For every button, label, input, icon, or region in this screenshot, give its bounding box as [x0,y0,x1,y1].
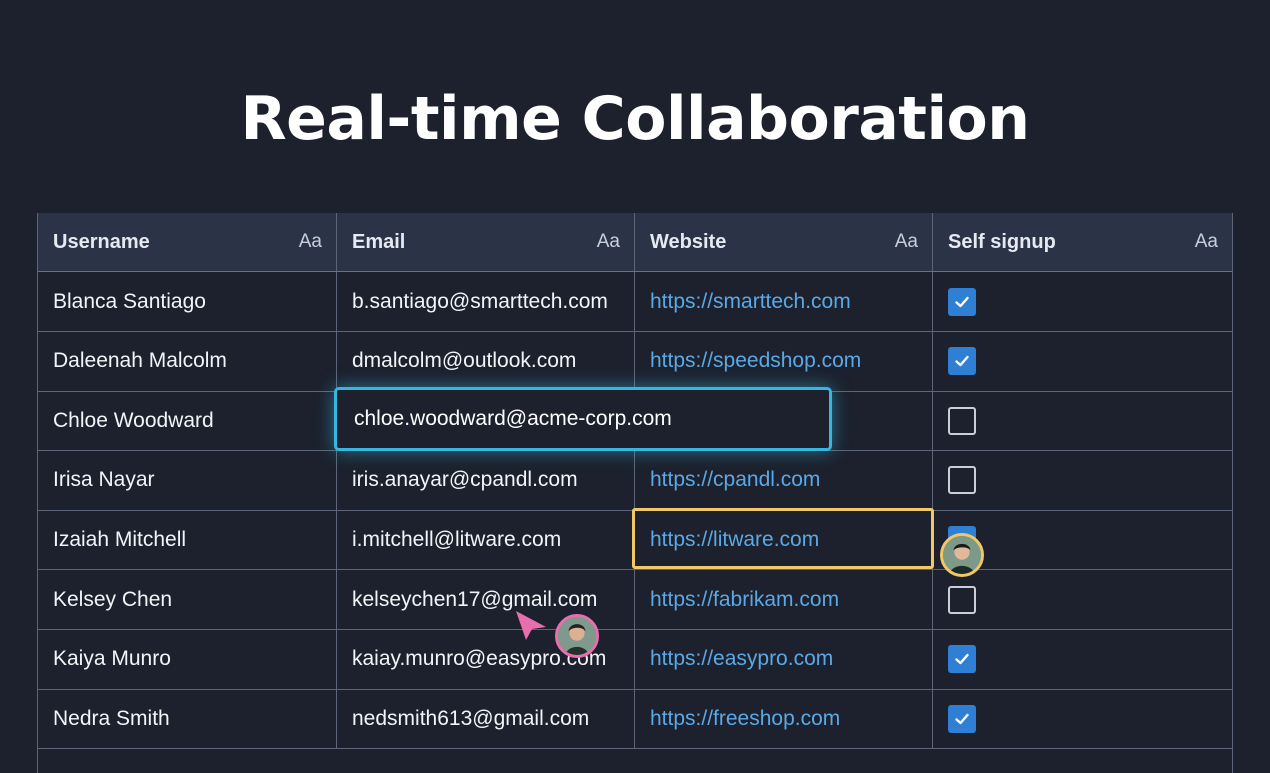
email-cell-text: kelseychen17@gmail.com [352,587,598,611]
table-row: Daleenah Malcolm dmalcolm@outlook.com http… [38,331,1232,392]
table-row: Kelsey Chen kelseychen17@gmail.com https:/… [38,570,1232,630]
website-cell-text: https://easypro.com [650,647,834,671]
self-signup-cell[interactable] [932,391,1232,451]
checkmark-icon [953,650,971,668]
self-signup-cell[interactable] [932,629,1232,689]
website-cell-text: https://speedshop.com [650,349,862,373]
column-header-label: Username [53,230,150,253]
email-cell[interactable]: dmalcolm@outlook.com [336,331,634,391]
data-grid: Username Aa Email Aa Website Aa Self sig… [37,213,1233,773]
collaborator-selection [632,508,934,569]
self-signup-cell[interactable] [932,450,1232,510]
checkbox-checked[interactable] [948,287,976,316]
checkbox-checked[interactable] [948,347,976,376]
username-cell-text: Nedra Smith [53,706,170,730]
website-cell[interactable]: https://cpandl.com [634,450,932,510]
page-title: Real-time Collaboration [240,84,1030,154]
username-cell[interactable]: Chloe Woodward [38,391,336,450]
website-cell[interactable]: https://freeshop.com [634,689,932,749]
column-header-label: Self signup [948,230,1056,253]
username-cell-text: Irisa Nayar [53,468,155,492]
checkmark-icon [953,293,971,311]
website-cell-text: https://freeshop.com [650,706,841,730]
email-cell[interactable]: i.mitchell@litware.com [336,510,634,570]
table-row: Irisa Nayar iris.anayar@cpandl.com https:/… [38,450,1232,511]
username-cell[interactable]: Izaiah Mitchell [38,510,336,569]
username-cell-text: Chloe Woodward [53,408,214,432]
website-cell-text: https://smarttech.com [650,289,851,313]
table-row: Blanca Santiago b.santiago@smarttech.com h… [38,272,1232,332]
self-signup-cell[interactable] [932,570,1232,629]
email-cell[interactable]: nedsmith613@gmail.com [336,689,634,749]
website-cell[interactable]: https://speedshop.com [634,331,932,391]
username-cell-text: Kelsey Chen [53,587,173,611]
column-header-email[interactable]: Email Aa [336,213,634,271]
email-cell-text: i.mitchell@litware.com [352,527,562,551]
website-cell-text: https://cpandl.com [650,468,821,492]
table-header-row: Username Aa Email Aa Website Aa Self sig… [38,213,1232,272]
text-type-icon: Aa [894,231,918,252]
email-cell[interactable]: b.santiago@smarttech.com [336,272,634,331]
email-cell-text: nedsmith613@gmail.com [352,706,590,730]
column-header-label: Email [352,230,406,253]
email-cell-text: iris.anayar@cpandl.com [352,468,578,492]
checkmark-icon [953,352,971,370]
email-cell-text: dmalcolm@outlook.com [352,349,577,373]
email-cell[interactable]: iris.anayar@cpandl.com [336,450,634,510]
username-cell-text: Kaiya Munro [53,647,171,671]
website-cell[interactable]: https://smarttech.com [634,272,932,331]
username-cell[interactable]: Daleenah Malcolm [38,332,336,391]
column-header-username[interactable]: Username Aa [38,213,336,271]
checkbox-checked[interactable] [948,645,976,674]
column-header-website[interactable]: Website Aa [634,213,932,271]
self-signup-cell[interactable] [932,689,1232,749]
username-cell-text: Daleenah Malcolm [53,349,227,373]
self-signup-cell[interactable] [932,331,1232,391]
username-cell[interactable]: Irisa Nayar [38,451,336,510]
checkbox-unchecked[interactable] [948,406,976,435]
table-row: Kaiya Munro kaiay.munro@easypro.com https:… [38,629,1232,690]
username-cell-text: Izaiah Mitchell [53,527,187,551]
email-cell-text: b.santiago@smarttech.com [352,289,608,313]
column-header-self-signup[interactable]: Self signup Aa [932,213,1232,271]
website-cell[interactable]: https://easypro.com [634,629,932,689]
collaborator-cursor-icon [516,611,546,640]
text-type-icon: Aa [298,231,322,252]
checkmark-icon [953,710,971,728]
collaborator-avatar-icon [555,614,599,658]
website-cell-text: https://fabrikam.com [650,587,840,611]
collaborator-avatar-icon [940,533,984,577]
email-cell-editor[interactable]: chloe.woodward@acme-corp.com [334,387,832,451]
username-cell-text: Blanca Santiago [53,289,206,313]
username-cell[interactable]: Kaiya Munro [38,630,336,689]
text-type-icon: Aa [1194,231,1218,252]
website-cell[interactable]: https://fabrikam.com [634,570,932,629]
text-type-icon: Aa [596,231,620,252]
username-cell[interactable]: Nedra Smith [38,689,336,748]
column-header-label: Website [650,230,727,253]
self-signup-cell[interactable] [932,272,1232,331]
checkbox-unchecked[interactable] [948,466,976,495]
checkbox-checked[interactable] [948,704,976,733]
username-cell[interactable]: Kelsey Chen [38,570,336,629]
table-row: Nedra Smith nedsmith613@gmail.com https://… [38,689,1232,750]
username-cell[interactable]: Blanca Santiago [38,272,336,331]
checkbox-unchecked[interactable] [948,585,976,614]
